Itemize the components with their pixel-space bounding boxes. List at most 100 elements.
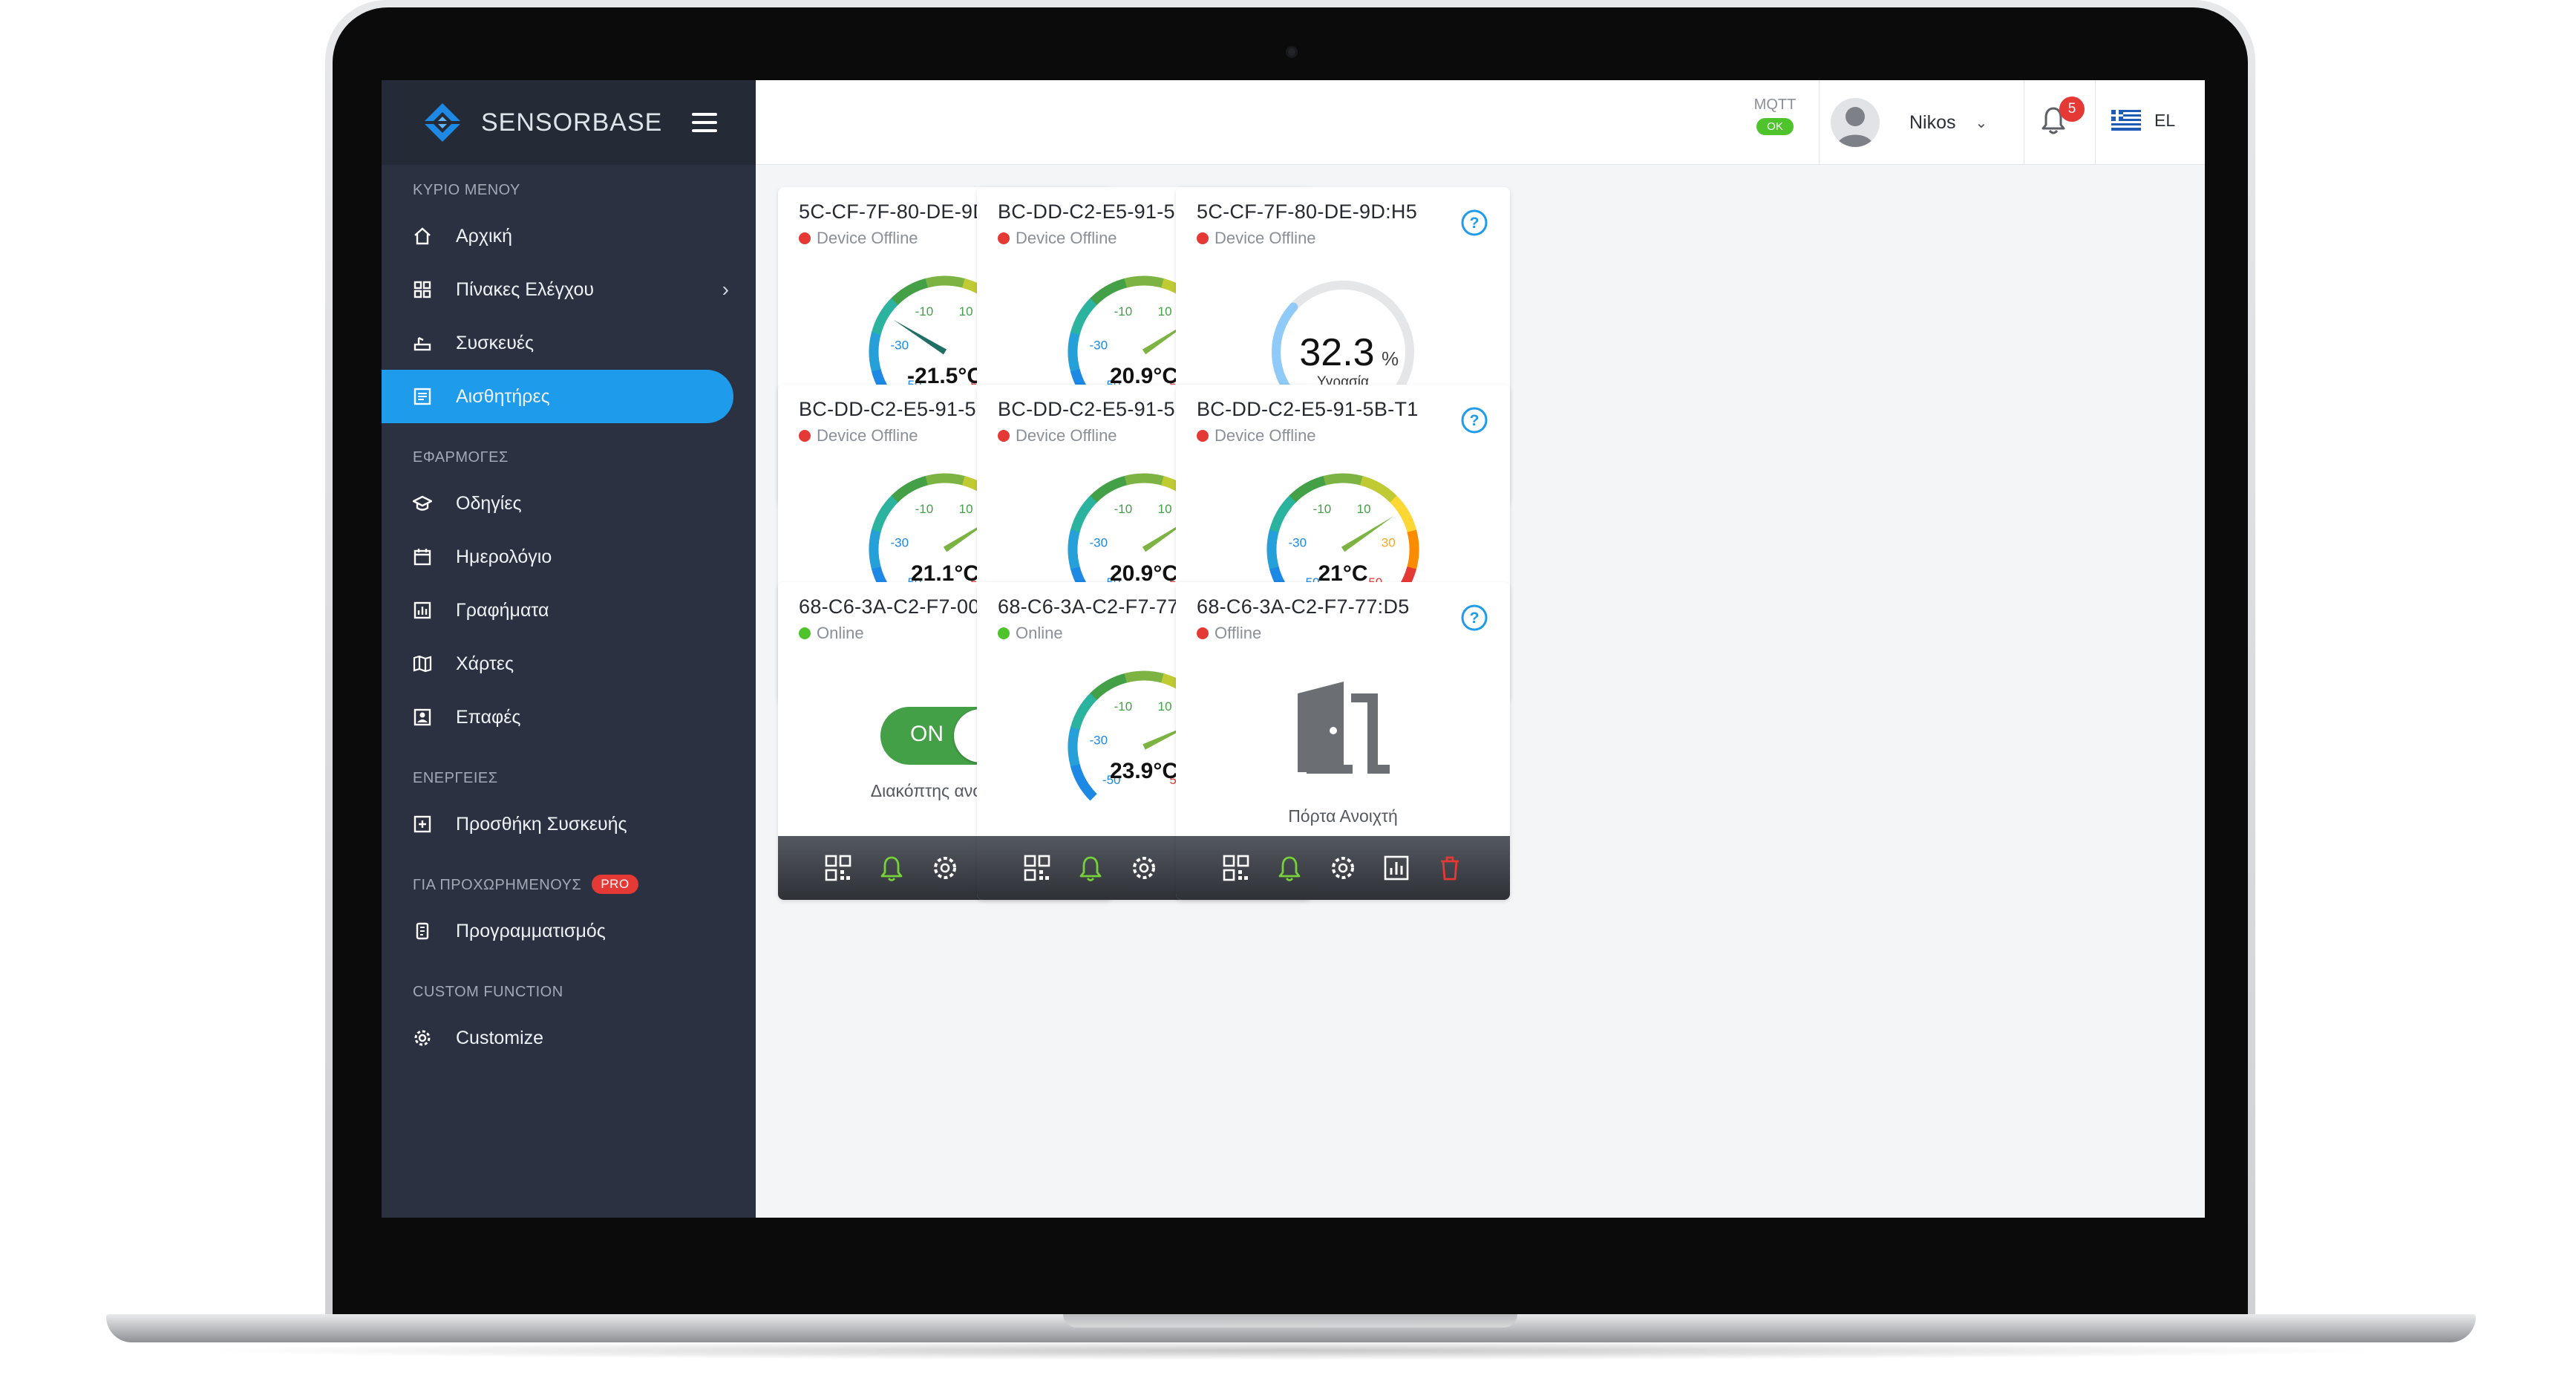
sidebar-item-label: Χάρτες (456, 653, 514, 674)
plus-square-icon (413, 815, 431, 833)
device-status: Offline (1197, 624, 1261, 643)
svg-text:?: ? (1470, 610, 1480, 627)
user-menu[interactable]: Nikos ⌄ (1831, 98, 1987, 147)
greek-flag-icon (2111, 110, 2141, 131)
sidebar-item-main-0[interactable]: Αρχική (382, 209, 756, 263)
svg-text:?: ? (1470, 215, 1480, 232)
gauge-tick-label: -10 (1114, 699, 1133, 714)
card-action-bar (1176, 836, 1510, 900)
sidebar-item-apps-4[interactable]: Επαφές (382, 690, 756, 744)
sidebar-item-apps-0[interactable]: Οδηγίες (382, 477, 756, 530)
gauge-tick-label: 10 (1158, 699, 1172, 714)
notification-count-badge: 5 (2059, 97, 2085, 122)
sidebar-item-advanced-0[interactable]: Προγραμματισμός (382, 904, 756, 958)
qr-code-icon[interactable] (824, 854, 852, 882)
gauge-tick-label: 10 (959, 304, 973, 319)
code-icon (416, 922, 429, 940)
nav-section-actions: ΕΝΕΡΓΕΙΕΣ (413, 770, 498, 786)
nav-section-advanced: ΓΙΑ ΠΡΟΧΩΡΗΜΕΝΟΥΣ PRO (382, 851, 756, 904)
home-icon (414, 227, 431, 245)
qr-code-icon[interactable] (1023, 854, 1051, 882)
sidebar-item-label: Πίνακες Ελέγχου (456, 278, 595, 300)
delete-trash-icon[interactable] (1436, 854, 1464, 882)
bar-chart-icon[interactable] (1382, 854, 1410, 882)
device-status: Online (998, 624, 1063, 643)
humidity-unit: % (1382, 347, 1399, 370)
gauge-tick-label: -30 (1090, 338, 1108, 352)
laptop-notch (1063, 1314, 1517, 1328)
sidebar-item-actions-0[interactable]: Προσθήκη Συσκευής (382, 797, 756, 851)
sensor-card: 68-C6-3A-C2-F7-77:D5 Offline? Πόρτα Ανοιχτ… (1176, 582, 1510, 900)
gauge-tick-label: 10 (1158, 502, 1172, 516)
device-status-label: Device Offline (1215, 426, 1316, 445)
qr-code-icon[interactable] (1222, 854, 1250, 882)
device-status: Device Offline (799, 426, 918, 445)
device-status: Device Offline (1197, 229, 1316, 248)
menu-toggle-icon[interactable] (692, 113, 717, 132)
sensor-icon (413, 388, 431, 405)
user-name: Nikos (1909, 111, 1956, 133)
help-icon[interactable]: ? (1459, 208, 1489, 238)
camera-icon (1286, 46, 1298, 58)
help-icon[interactable]: ? (1459, 405, 1489, 435)
gauge-tick-label: 10 (1357, 502, 1371, 516)
sensor-grid: 5C-CF-7F-80-DE-9D:T4Device Offline?-50-3… (756, 165, 2205, 1218)
topbar-divider (1819, 80, 1820, 165)
sidebar-item-apps-2[interactable]: Γραφήματα (382, 584, 756, 637)
contact-icon (413, 708, 431, 726)
gauge-tick-label: -30 (1090, 535, 1108, 549)
device-status-label: Device Offline (1016, 426, 1117, 445)
card-body: Πόρτα Ανοιχτή (1176, 653, 1510, 835)
device-id: 68-C6-3A-C2-F7-77:D5 (1197, 595, 1410, 618)
mqtt-status-badge: OK (1756, 118, 1794, 135)
humidity-value: 32.3 (1299, 331, 1374, 374)
router-icon (413, 336, 431, 351)
gauge-tick-label: 10 (959, 502, 973, 516)
status-dot (998, 430, 1010, 442)
gauge-tick-label: -30 (891, 338, 909, 352)
laptop-shadow (186, 1341, 2398, 1360)
device-status-label: Device Offline (1016, 229, 1117, 247)
sidebar-item-custom-0[interactable]: Customize (382, 1011, 756, 1065)
device-status: Device Offline (998, 229, 1117, 248)
alarm-bell-icon[interactable] (1275, 854, 1304, 882)
device-status-label: Device Offline (1215, 229, 1316, 247)
user-avatar-icon (1837, 107, 1874, 147)
alarm-bell-icon[interactable] (877, 854, 906, 882)
sidebar-item-main-3[interactable]: Αισθητήρες (382, 370, 733, 423)
gauge-tick-label: -10 (1313, 502, 1332, 516)
device-id: BC-DD-C2-E5-91-5B-T1 (1197, 398, 1419, 420)
svg-text:?: ? (1470, 412, 1480, 429)
sidebar-item-label: Συσκευές (456, 332, 535, 353)
alarm-bell-icon[interactable] (1076, 854, 1105, 882)
gauge-tick-label: -30 (891, 535, 909, 549)
settings-gear-icon[interactable] (931, 854, 959, 882)
sidebar-item-apps-1[interactable]: Ημερολόγιο (382, 530, 756, 584)
settings-gear-icon[interactable] (1130, 854, 1158, 882)
sensorbase-logo-icon (423, 103, 462, 142)
graduation-cap-icon (413, 495, 432, 511)
sidebar-item-main-1[interactable]: Πίνακες Ελέγχου › (382, 263, 756, 316)
help-icon[interactable]: ? (1459, 603, 1489, 633)
sidebar-item-main-2[interactable]: Συσκευές (382, 316, 756, 370)
status-dot (799, 430, 811, 442)
status-dot (998, 627, 1010, 639)
sidebar-item-label: Αισθητήρες (456, 385, 550, 407)
gauge-tick-label: -30 (1289, 535, 1307, 549)
settings-gear-icon[interactable] (1329, 854, 1357, 882)
sidebar-item-label: Αρχική (456, 225, 512, 247)
status-dot (799, 627, 811, 639)
language-selector[interactable]: EL (2111, 110, 2175, 131)
topbar-divider (2095, 80, 2096, 165)
status-dot (998, 232, 1010, 244)
chevron-down-icon: ⌄ (1975, 114, 1988, 131)
brand-name: SENSORBASE (481, 108, 663, 137)
status-dot (1197, 430, 1209, 442)
chevron-right-icon: › (722, 278, 729, 301)
brand-header: SENSORBASE (382, 80, 756, 165)
sidebar: SENSORBASE ΚΥΡΙΟ ΜΕΝΟΥ Αρχική Πίνακες Ελέ… (382, 80, 756, 1218)
mqtt-label: MQTT (1753, 97, 1797, 113)
device-status-label: Online (817, 624, 864, 642)
sidebar-item-apps-3[interactable]: Χάρτες (382, 637, 756, 690)
avatar (1831, 98, 1880, 147)
